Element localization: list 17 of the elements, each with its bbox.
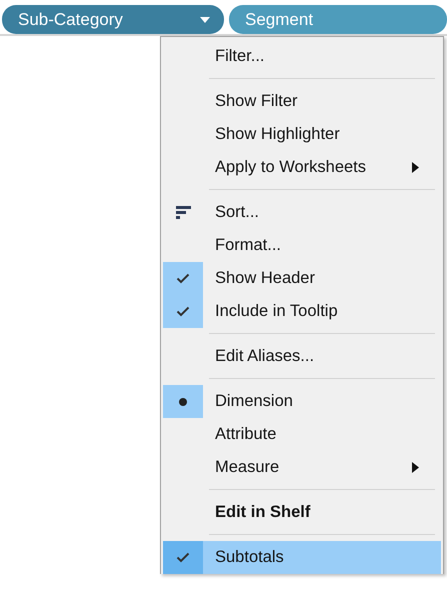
menu-item[interactable]: Show Highlighter bbox=[163, 118, 441, 151]
menu-item[interactable]: Filter... bbox=[163, 40, 441, 73]
menu-item[interactable]: Sort... bbox=[163, 196, 441, 229]
menu-item[interactable]: Include in Tooltip bbox=[163, 295, 441, 328]
menu-item[interactable]: Edit Aliases... bbox=[163, 340, 441, 373]
menu-item[interactable]: Edit in Shelf bbox=[163, 496, 441, 529]
menu-item[interactable]: Attribute bbox=[163, 418, 441, 451]
menu-item[interactable]: Apply to Worksheets bbox=[163, 151, 441, 184]
sort-icon bbox=[176, 206, 190, 220]
caret-icon[interactable] bbox=[200, 16, 210, 22]
menu-item[interactable]: Dimension bbox=[163, 385, 441, 418]
field-pill[interactable]: Sub-Category bbox=[2, 5, 224, 34]
menu-item[interactable]: Format... bbox=[163, 229, 441, 262]
menu-item[interactable]: Subtotals bbox=[163, 541, 441, 574]
menu-item[interactable]: Show Header bbox=[163, 262, 441, 295]
menu-item[interactable]: Show Filter bbox=[163, 85, 441, 118]
menu-item[interactable]: Measure bbox=[163, 451, 441, 484]
